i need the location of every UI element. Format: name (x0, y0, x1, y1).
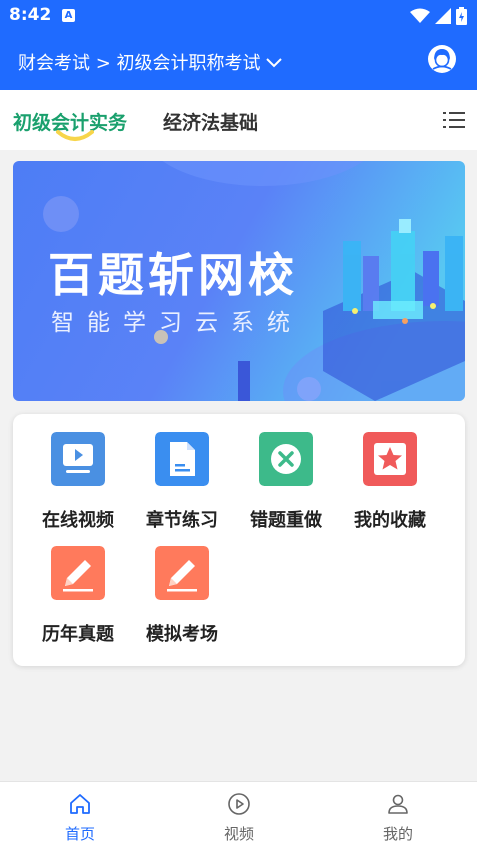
promo-banner[interactable]: 百题斩网校 智能学习云系统 (13, 161, 465, 401)
signal-icon (435, 8, 451, 24)
battery-icon (456, 7, 467, 25)
nav-video[interactable]: 视频 (199, 790, 279, 846)
feature-label: 历年真题 (42, 624, 114, 645)
video-player-icon (51, 432, 105, 486)
nav-label: 视频 (223, 825, 254, 843)
breadcrumb: 财会考试 > 初级会计职称考试 (18, 53, 261, 74)
feature-chapter-practice[interactable]: 章节练习 (130, 414, 234, 531)
wifi-icon (410, 8, 430, 23)
user-avatar-icon[interactable] (427, 44, 457, 74)
status-time: 8:42 (9, 5, 52, 25)
pencil-icon (51, 546, 105, 600)
bottom-nav: 首页 视频 我的 (0, 781, 477, 849)
chevron-down-icon (265, 58, 282, 68)
feature-online-video[interactable]: 在线视频 (26, 414, 130, 531)
notification-icon: A (62, 9, 75, 22)
banner-title: 百题斩网校 (48, 248, 298, 302)
feature-card: 在线视频 章节练习 错题重做 我的收藏 历年真题 模拟考场 (13, 414, 465, 666)
document-icon (155, 432, 209, 486)
list-icon[interactable] (443, 110, 465, 130)
status-icons (410, 6, 467, 26)
nav-label: 首页 (64, 825, 95, 843)
app-header: 8:42 A 财会考试 > 初级会计职称考试 (0, 0, 477, 90)
feature-wrong-redo[interactable]: 错题重做 (234, 414, 338, 531)
feature-past-exams[interactable]: 历年真题 (26, 528, 130, 645)
feature-mock-exam[interactable]: 模拟考场 (130, 528, 234, 645)
banner-subtitle: 智能学习云系统 (51, 310, 303, 336)
nav-mine[interactable]: 我的 (358, 790, 438, 846)
star-icon (363, 432, 417, 486)
feature-label: 模拟考场 (146, 624, 218, 645)
status-bar: 8:42 A (0, 0, 477, 32)
exam-selector[interactable]: 财会考试 > 初级会计职称考试 (18, 49, 283, 75)
cross-mark-icon (259, 432, 313, 486)
feature-my-favorites[interactable]: 我的收藏 (338, 414, 442, 531)
active-tab-indicator (56, 130, 94, 141)
nav-home[interactable]: 首页 (40, 790, 120, 846)
home-icon (70, 794, 90, 814)
person-icon (388, 794, 408, 814)
pencil-icon (155, 546, 209, 600)
play-circle-icon (228, 793, 250, 815)
nav-label: 我的 (382, 825, 413, 843)
feature-label: 我的收藏 (354, 510, 426, 531)
tab-economic-law[interactable]: 经济法基础 (163, 108, 258, 135)
feature-label: 错题重做 (250, 510, 322, 531)
nav-row: 财会考试 > 初级会计职称考试 (0, 40, 477, 84)
